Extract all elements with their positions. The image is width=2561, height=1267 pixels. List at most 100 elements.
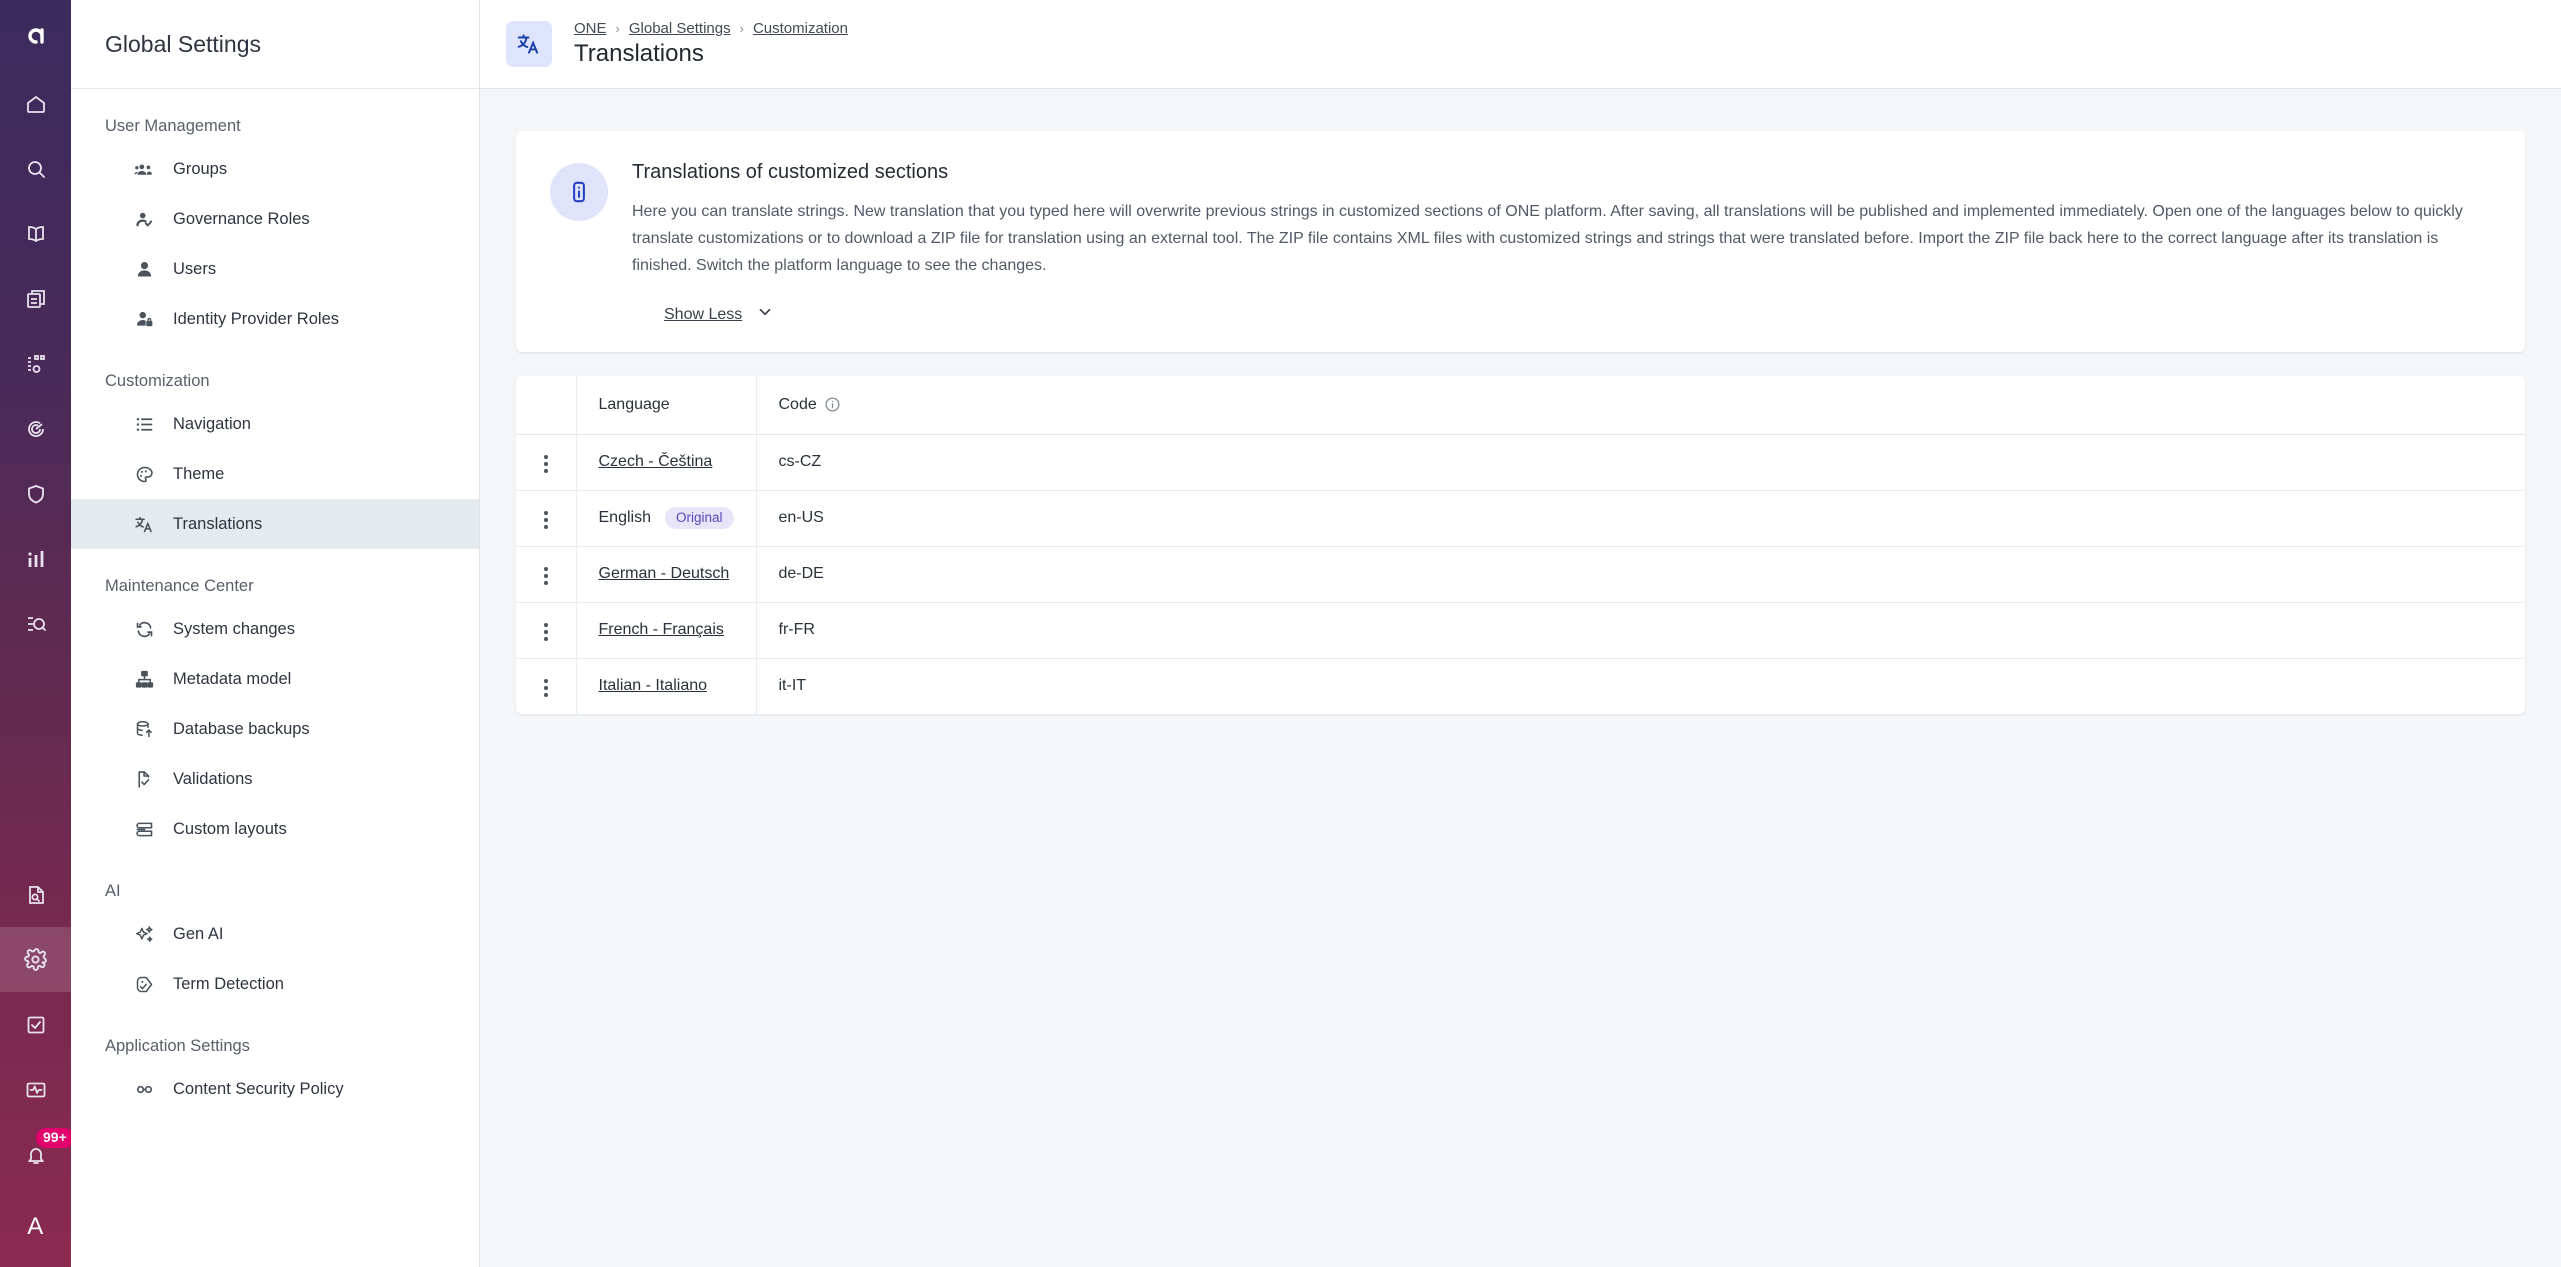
sidebar-item-label: Translations — [173, 515, 262, 534]
page-header-text: ONE › Global Settings › Customization Tr… — [574, 20, 848, 68]
row-actions-cell — [516, 546, 576, 602]
language-link[interactable]: German - Deutsch — [599, 565, 730, 583]
translate-icon — [133, 513, 155, 535]
sidebar-item-label: Governance Roles — [173, 210, 310, 229]
sidebar-item-term-detection[interactable]: Term Detection — [71, 959, 479, 1009]
table-row[interactable]: English Original en-US — [516, 490, 2525, 546]
page-title: Translations — [574, 40, 848, 68]
validation-check-icon — [133, 768, 155, 790]
language-link[interactable]: Italian - Italiano — [599, 677, 708, 695]
row-menu-icon[interactable] — [538, 617, 554, 647]
row-language-cell: French - Français — [576, 602, 756, 658]
table-header-language: Language — [576, 376, 756, 434]
sidebar-item-label: Theme — [173, 465, 224, 484]
sidebar-group-customization: Customization — [71, 344, 479, 399]
sidebar-item-users[interactable]: Users — [71, 244, 479, 294]
home-icon[interactable] — [0, 71, 71, 136]
sidebar-item-content-security-policy[interactable]: Content Security Policy — [71, 1064, 479, 1114]
shield-icon[interactable] — [0, 461, 71, 526]
language-link[interactable]: English — [599, 509, 651, 527]
table-row[interactable]: German - Deutsch de-DE — [516, 546, 2525, 602]
language-link[interactable]: Czech - Čeština — [599, 453, 713, 471]
hierarchy-icon — [133, 668, 155, 690]
monitoring-target-icon[interactable] — [0, 396, 71, 461]
row-code-cell: fr-FR — [756, 602, 2525, 658]
notifications-bell-icon[interactable]: 99+ — [0, 1122, 71, 1187]
row-menu-icon[interactable] — [538, 505, 554, 535]
table-header-code-inner: Code — [779, 396, 841, 414]
table-head: Language Code — [516, 376, 2525, 434]
breadcrumb-separator: › — [616, 21, 620, 36]
status-badge: Original — [665, 507, 734, 529]
language-cell-inner: Czech - Čeština — [599, 453, 742, 471]
info-circle-icon[interactable] — [824, 396, 841, 413]
sidebar-item-validations[interactable]: Validations — [71, 754, 479, 804]
language-cell-inner: French - Français — [599, 621, 742, 639]
list-icon — [133, 413, 155, 435]
sidebar-item-identity-provider-roles[interactable]: Identity Provider Roles — [71, 294, 479, 344]
sidebar-item-custom-layouts[interactable]: Custom layouts — [71, 804, 479, 854]
identity-provider-roles-icon — [133, 308, 155, 330]
sidebar-item-database-backups[interactable]: Database backups — [71, 704, 479, 754]
sidebar-item-label: Content Security Policy — [173, 1080, 344, 1099]
link-chain-icon — [133, 1078, 155, 1100]
sidebar-scroll-area: User Management Groups Governance Roles … — [71, 89, 479, 1267]
sidebar-item-label: System changes — [173, 620, 295, 639]
breadcrumb-separator: › — [740, 21, 744, 36]
table-header-code-label: Code — [779, 396, 817, 414]
row-language-cell: Italian - Italiano — [576, 658, 756, 714]
info-body: Translations of customized sections Here… — [632, 161, 2491, 326]
language-cell-inner: German - Deutsch — [599, 565, 742, 583]
avatar[interactable]: A — [0, 1187, 71, 1267]
sidebar-group-user-management: User Management — [71, 89, 479, 144]
documents-icon[interactable] — [0, 266, 71, 331]
catalog-book-icon[interactable] — [0, 201, 71, 266]
sidebar-item-governance-roles[interactable]: Governance Roles — [71, 194, 479, 244]
breadcrumb-item-customization[interactable]: Customization — [753, 20, 848, 37]
data-quality-search-icon[interactable] — [0, 591, 71, 656]
chevron-down-icon — [756, 303, 774, 326]
language-cell-inner: English Original — [599, 507, 742, 529]
table-body: Czech - Čeština cs-CZ English — [516, 434, 2525, 714]
document-search-icon[interactable] — [0, 862, 71, 927]
language-link[interactable]: French - Français — [599, 621, 724, 639]
sidebar-item-label: Metadata model — [173, 670, 291, 689]
search-icon[interactable] — [0, 136, 71, 201]
table-row[interactable]: Italian - Italiano it-IT — [516, 658, 2525, 714]
sidebar-item-gen-ai[interactable]: Gen AI — [71, 909, 479, 959]
row-menu-icon[interactable] — [538, 561, 554, 591]
main-content: ONE › Global Settings › Customization Tr… — [480, 0, 2561, 1267]
notification-count-badge: 99+ — [36, 1128, 74, 1148]
row-menu-icon[interactable] — [538, 673, 554, 703]
sidebar-item-label: Groups — [173, 160, 227, 179]
sidebar-item-system-changes[interactable]: System changes — [71, 604, 479, 654]
data-sources-icon[interactable] — [0, 331, 71, 396]
tasks-checkbox-icon[interactable] — [0, 992, 71, 1057]
row-code-cell: it-IT — [756, 658, 2525, 714]
primary-icon-rail: 99+ A — [0, 0, 71, 1267]
sidebar-item-translations[interactable]: Translations — [71, 499, 479, 549]
ataccama-logo[interactable] — [0, 0, 71, 71]
sidebar-item-theme[interactable]: Theme — [71, 449, 479, 499]
content-area: Translations of customized sections Here… — [480, 89, 2561, 714]
user-icon — [133, 258, 155, 280]
breadcrumb: ONE › Global Settings › Customization — [574, 20, 848, 37]
table-row[interactable]: French - Français fr-FR — [516, 602, 2525, 658]
row-menu-icon[interactable] — [538, 449, 554, 479]
row-language-cell: German - Deutsch — [576, 546, 756, 602]
sidebar-item-groups[interactable]: Groups — [71, 144, 479, 194]
breadcrumb-item-global-settings[interactable]: Global Settings — [629, 20, 731, 37]
sidebar-item-metadata-model[interactable]: Metadata model — [71, 654, 479, 704]
table-row[interactable]: Czech - Čeština cs-CZ — [516, 434, 2525, 490]
table-header-row: Language Code — [516, 376, 2525, 434]
settings-sidebar: Global Settings User Management Groups G… — [71, 0, 480, 1267]
gear-icon[interactable] — [0, 927, 71, 992]
row-language-cell: English Original — [576, 490, 756, 546]
breadcrumb-item-one[interactable]: ONE — [574, 20, 607, 37]
row-language-cell: Czech - Čeština — [576, 434, 756, 490]
refresh-icon — [133, 618, 155, 640]
activity-monitor-icon[interactable] — [0, 1057, 71, 1122]
reports-chart-icon[interactable] — [0, 526, 71, 591]
show-less-button[interactable]: Show Less — [664, 303, 774, 326]
sidebar-item-navigation[interactable]: Navigation — [71, 399, 479, 449]
